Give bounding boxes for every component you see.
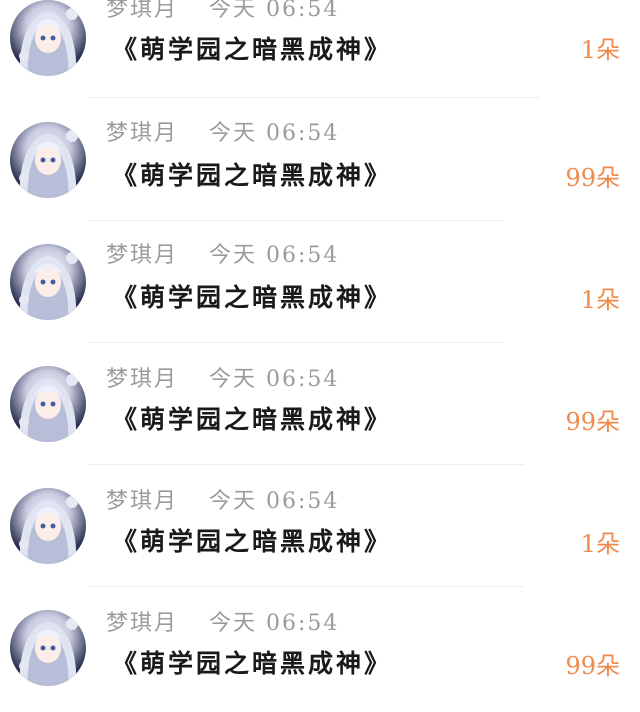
anime-avatar-icon	[19, 252, 78, 320]
list-item[interactable]: 梦琪月 今天 06:54 《萌学园之暗黑成神》 1朵	[0, 224, 640, 346]
gift-time: 今天 06:54	[209, 0, 340, 22]
gift-meta: 梦琪月 今天 06:54	[106, 366, 339, 394]
book-title[interactable]: 《萌学园之暗黑成神》	[112, 524, 392, 560]
flower-count: 99朵	[565, 164, 620, 192]
gift-meta: 梦琪月 今天 06:54	[106, 242, 339, 270]
book-title[interactable]: 《萌学园之暗黑成神》	[112, 280, 392, 316]
avatar[interactable]	[10, 0, 86, 76]
gift-meta: 梦琪月 今天 06:54	[106, 120, 339, 148]
row-divider	[88, 97, 540, 98]
flower-count: 99朵	[565, 408, 620, 436]
anime-avatar-icon	[19, 8, 78, 76]
sender-name[interactable]: 梦琪月	[106, 242, 178, 270]
row-divider	[88, 220, 504, 221]
row-divider	[88, 464, 524, 465]
avatar[interactable]	[10, 244, 86, 320]
book-title[interactable]: 《萌学园之暗黑成神》	[112, 646, 392, 682]
gift-meta: 梦琪月 今天 06:54	[106, 610, 339, 638]
flower-count: 1朵	[580, 36, 620, 64]
book-title[interactable]: 《萌学园之暗黑成神》	[112, 158, 392, 194]
row-divider	[88, 342, 504, 343]
list-item[interactable]: 梦琪月 今天 06:54 《萌学园之暗黑成神》 1朵	[0, 468, 640, 590]
flower-count: 99朵	[565, 652, 620, 680]
flower-count: 1朵	[580, 286, 620, 314]
sender-name[interactable]: 梦琪月	[106, 488, 178, 516]
gift-record-list: 梦琪月 今天 06:54 《萌学园之暗黑成神》 1朵 梦琪月 今天 06:54 …	[0, 0, 640, 700]
book-title[interactable]: 《萌学园之暗黑成神》	[112, 402, 392, 438]
avatar[interactable]	[10, 610, 86, 686]
list-item[interactable]: 梦琪月 今天 06:54 《萌学园之暗黑成神》 99朵	[0, 590, 640, 712]
list-item[interactable]: 梦琪月 今天 06:54 《萌学园之暗黑成神》 99朵	[0, 102, 640, 224]
anime-avatar-icon	[19, 496, 78, 564]
gift-time: 今天 06:54	[209, 121, 340, 146]
sender-name[interactable]: 梦琪月	[106, 0, 178, 24]
row-divider	[88, 586, 524, 587]
gift-time: 今天 06:54	[209, 367, 340, 392]
sender-name[interactable]: 梦琪月	[106, 120, 178, 148]
gift-time: 今天 06:54	[209, 243, 340, 268]
book-title[interactable]: 《萌学园之暗黑成神》	[112, 32, 392, 68]
avatar[interactable]	[10, 122, 86, 198]
avatar[interactable]	[10, 488, 86, 564]
sender-name[interactable]: 梦琪月	[106, 366, 178, 394]
avatar[interactable]	[10, 366, 86, 442]
anime-avatar-icon	[19, 618, 78, 686]
flower-count: 1朵	[580, 530, 620, 558]
gift-meta: 梦琪月 今天 06:54	[106, 0, 339, 24]
gift-time: 今天 06:54	[209, 611, 340, 636]
list-item[interactable]: 梦琪月 今天 06:54 《萌学园之暗黑成神》 99朵	[0, 346, 640, 468]
anime-avatar-icon	[19, 374, 78, 442]
gift-meta: 梦琪月 今天 06:54	[106, 488, 339, 516]
list-item[interactable]: 梦琪月 今天 06:54 《萌学园之暗黑成神》 1朵	[0, 0, 640, 102]
sender-name[interactable]: 梦琪月	[106, 610, 178, 638]
gift-time: 今天 06:54	[209, 489, 340, 514]
anime-avatar-icon	[19, 130, 78, 198]
